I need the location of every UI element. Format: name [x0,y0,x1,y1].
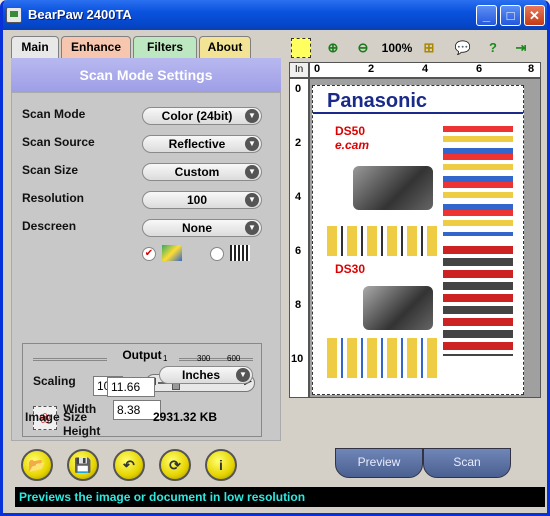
divider [179,358,253,361]
preview-text-block [327,226,437,256]
h-tick-label: 2 [368,63,375,75]
preview-sub-1: e.cam [335,138,370,152]
zoom-out-icon[interactable]: ⊖ [353,38,373,58]
minimize-button[interactable]: _ [476,5,497,26]
undo-icon[interactable]: ↶ [113,449,145,481]
info-icon[interactable]: i [205,449,237,481]
preview-sidebar-image [443,126,513,236]
maximize-button[interactable]: □ [500,5,521,26]
camcorder-image [353,166,433,210]
tab-enhance-label: Enhance [70,40,121,54]
help-icon[interactable]: ? [483,38,503,58]
scan-source-label: Scan Source [22,135,95,149]
image-size-value: 2931.32 KB [153,410,218,424]
unit-value: Inches [181,368,220,382]
scaling-label: Scaling [33,374,76,388]
open-folder-icon[interactable]: 📂 [21,449,53,481]
preview-panel: ⊕ ⊖ 100% ⊞ 💬 ? ⇥ In 0 2 4 6 8 0 2 4 6 8 … [287,36,547,478]
slider-tick-label: 600 [227,354,241,363]
zoom-in-icon[interactable]: ⊕ [323,38,343,58]
ruler-unit: In [289,62,309,78]
scan-size-value: Custom [174,165,220,179]
v-tick-label: 8 [295,299,302,311]
zoom-level[interactable]: 100% [379,38,415,58]
tab-filters-label: Filters [146,40,183,54]
chevron-down-icon: ▼ [245,165,259,179]
divider [33,358,107,361]
v-tick-label: 2 [295,137,302,149]
h-tick-label: 0 [314,63,321,75]
descreen-select[interactable]: None ▼ [142,219,262,237]
select-icon[interactable] [291,38,311,58]
scan-size-select[interactable]: Custom ▼ [142,163,262,181]
scan-mode-label: Scan Mode [22,107,86,121]
chevron-down-icon: ▼ [245,221,259,235]
chevron-down-icon: ▼ [236,368,250,382]
fit-page-icon[interactable]: ⊞ [419,38,439,58]
resolution-label: Resolution [22,191,84,205]
tab-about[interactable]: About [199,36,251,58]
v-tick-label: 6 [295,245,302,257]
comment-icon[interactable]: 💬 [453,38,473,58]
resolution-select[interactable]: 100 ▼ [142,191,262,209]
restore-icon[interactable]: ⟳ [159,449,191,481]
action-bar: 📂 💾 ↶ ⟳ i [7,441,547,485]
resolution-value: 100 [186,193,208,207]
h-tick-label: 6 [476,63,483,75]
preview-header: Panasonic [313,88,523,114]
slider-tick-label: 1 [163,354,168,363]
preview-model-1: DS50 [335,124,366,138]
status-bar: Previews the image or document in low re… [15,487,545,507]
preview-model-2: DS30 [335,262,366,276]
h-tick-label: 4 [422,63,429,75]
scan-source-value: Reflective [168,137,226,151]
close-button[interactable]: ✕ [524,5,545,26]
layers-icon [162,245,182,261]
tab-main-label: Main [21,40,49,54]
tab-filters[interactable]: Filters [133,36,197,58]
title-bar[interactable]: BearPaw 2400TA _ □ ✕ [3,0,547,30]
image-size-label: Image Size [25,410,88,424]
vertical-ruler: 0 2 4 6 8 10 [289,78,309,398]
preview-canvas[interactable]: Panasonic DS50 e.cam DS30 [309,78,541,398]
chevron-down-icon: ▼ [245,193,259,207]
horizontal-ruler: 0 2 4 6 8 [309,62,541,78]
v-tick-label: 10 [291,353,304,365]
v-tick-label: 4 [295,191,302,203]
descreen-label: Descreen [22,219,77,233]
unit-select[interactable]: Inches ▼ [159,366,253,384]
height-input[interactable]: 11.66 [107,377,155,397]
preview-sidebar-image [443,246,513,356]
window-title: BearPaw 2400TA [28,7,132,22]
v-tick-label: 0 [295,83,302,95]
tab-about-label: About [207,40,243,54]
save-icon[interactable]: 💾 [67,449,99,481]
slider-tick-label: 300 [197,354,211,363]
scan-size-label: Scan Size [22,163,79,177]
barcode-icon [230,245,250,261]
tab-main[interactable]: Main [11,36,59,58]
tab-enhance[interactable]: Enhance [61,36,131,58]
camcorder-image [363,286,433,330]
scan-mode-select[interactable]: Color (24bit) ▼ [142,107,262,125]
preview-text-block [327,338,437,378]
height-label: Height [63,424,101,438]
chevron-down-icon: ▼ [245,137,259,151]
multi-page-radio[interactable] [210,247,224,261]
single-page-radio[interactable]: ✔ [142,247,156,261]
exit-icon[interactable]: ⇥ [511,38,531,58]
preview-page: Panasonic DS50 e.cam DS30 [312,85,524,395]
scan-source-select[interactable]: Reflective ▼ [142,135,262,153]
descreen-value: None [182,221,212,235]
chevron-down-icon: ▼ [245,109,259,123]
h-tick-label: 8 [528,63,535,75]
scanner-window: BearPaw 2400TA _ □ ✕ Main Enhance Filter… [0,0,550,516]
app-icon [6,7,22,23]
preview-brand: Panasonic [327,90,428,112]
scan-mode-value: Color (24bit) [161,109,233,123]
panel-title: Scan Mode Settings [11,58,281,92]
